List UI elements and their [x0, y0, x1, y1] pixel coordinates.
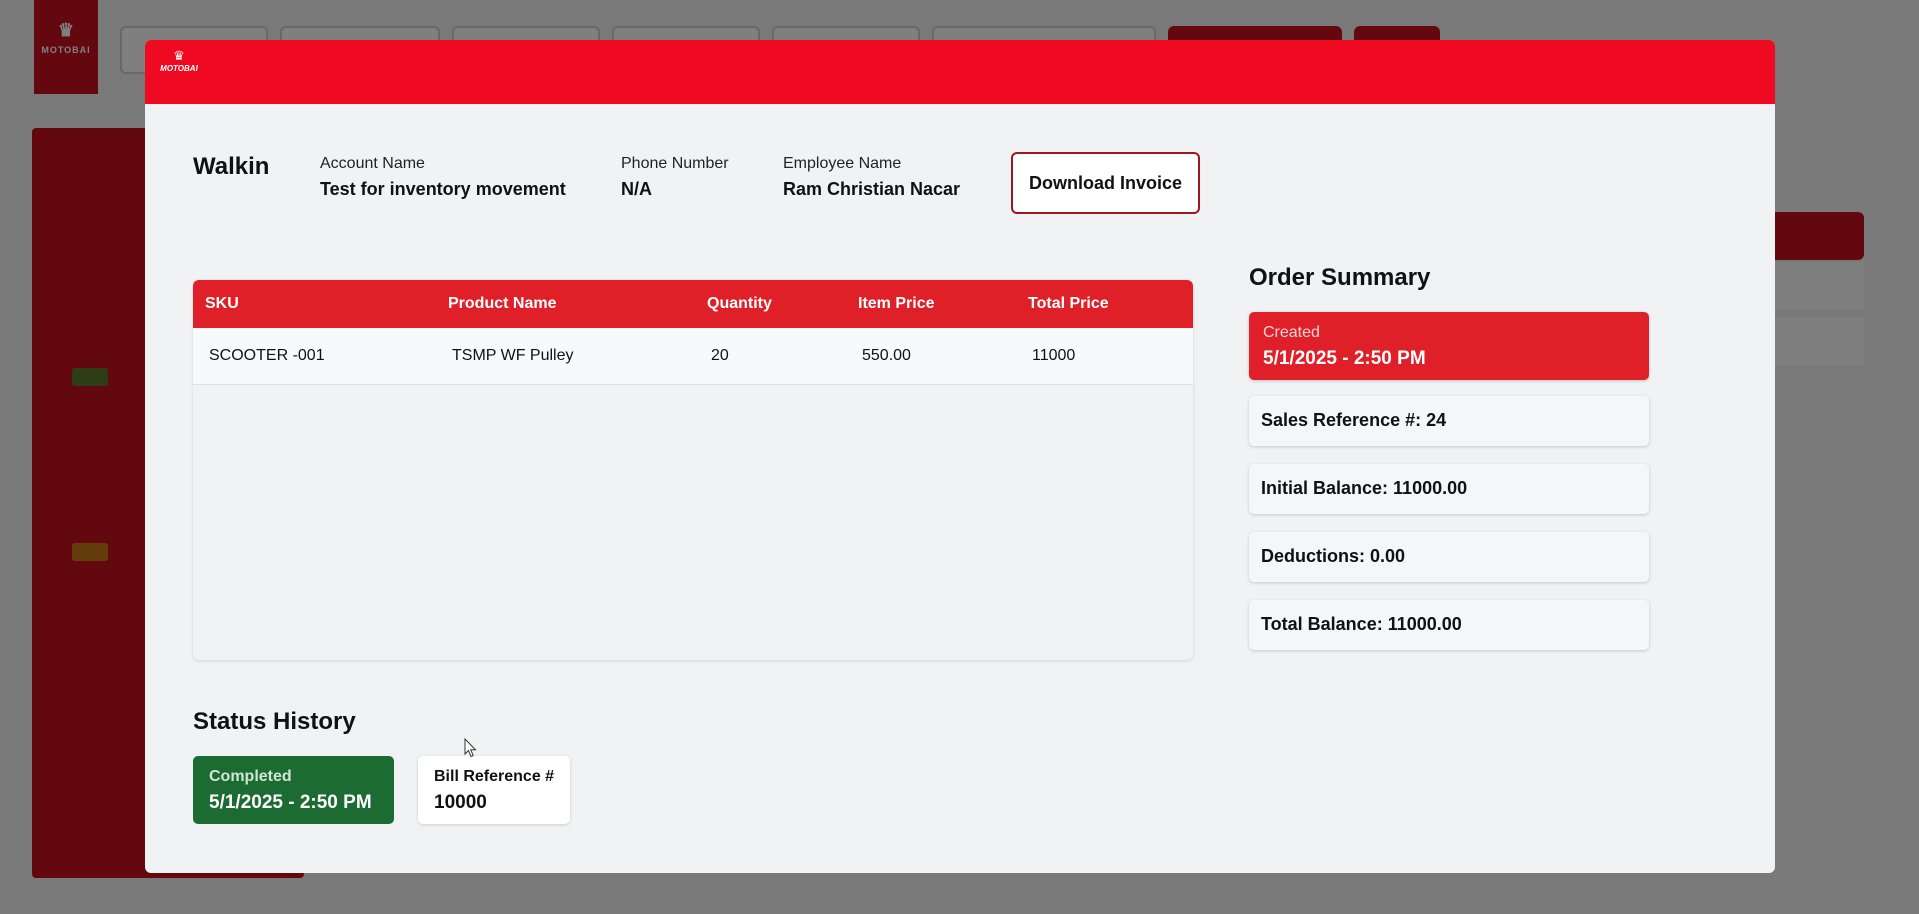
- brand-name: MOTOBAI: [160, 64, 198, 73]
- sales-reference-card: Sales Reference #: 24: [1249, 396, 1649, 446]
- phone-number-value: N/A: [621, 179, 652, 199]
- cell-item-price: 550.00: [862, 347, 911, 364]
- download-invoice-button[interactable]: Download Invoice: [1011, 152, 1200, 214]
- total-balance-card: Total Balance: 11000.00: [1249, 600, 1649, 650]
- column-header-sku: SKU: [205, 295, 239, 312]
- bill-reference-label: Bill Reference #: [434, 768, 555, 785]
- column-header-quantity: Quantity: [707, 295, 772, 312]
- completed-value: 5/1/2025 - 2:50 PM: [209, 792, 372, 813]
- phone-number-label: Phone Number: [621, 155, 729, 172]
- bill-reference-card: Bill Reference # 10000: [418, 756, 570, 824]
- completed-status-card: Completed 5/1/2025 - 2:50 PM: [193, 756, 394, 824]
- employee-name-value: Ram Christian Nacar: [783, 179, 961, 199]
- bill-reference-value: 10000: [434, 792, 487, 813]
- deductions-text: Deductions: 0.00: [1261, 546, 1406, 566]
- cell-sku: SCOOTER -001: [209, 347, 325, 364]
- sales-reference-text: Sales Reference #: 24: [1261, 410, 1447, 430]
- order-details-modal: ♛ MOTOBAI Walkin Account Name Test for i…: [145, 40, 1775, 873]
- created-value: 5/1/2025 - 2:50 PM: [1263, 348, 1426, 369]
- initial-balance-card: Initial Balance: 11000.00: [1249, 464, 1649, 514]
- column-header-item-price: Item Price: [858, 295, 935, 312]
- deductions-card: Deductions: 0.00: [1249, 532, 1649, 582]
- order-summary-title: Order Summary: [1249, 264, 1431, 291]
- status-history-title: Status History: [193, 708, 356, 735]
- account-name-label: Account Name: [320, 155, 425, 172]
- initial-balance-text: Initial Balance: 11000.00: [1261, 478, 1468, 498]
- cell-quantity: 20: [711, 347, 729, 364]
- table-row[interactable]: SCOOTER -001 TSMP WF Pulley 20 550.00 11…: [193, 328, 1193, 385]
- modal-header: ♛ MOTOBAI: [145, 40, 1775, 104]
- table-header: SKU Product Name Quantity Item Price Tot…: [193, 280, 1193, 328]
- employee-name-field: Employee Name Ram Christian Nacar: [783, 155, 960, 200]
- column-header-total-price: Total Price: [1028, 295, 1109, 312]
- completed-label: Completed: [209, 768, 292, 785]
- customer-type: Walkin: [193, 153, 270, 180]
- created-status-card: Created 5/1/2025 - 2:50 PM: [1249, 312, 1649, 380]
- created-label: Created: [1263, 324, 1320, 341]
- arrow-cursor-icon: [464, 738, 477, 758]
- column-header-product-name: Product Name: [448, 295, 557, 312]
- total-balance-text: Total Balance: 11000.00: [1261, 614, 1462, 634]
- cell-total-price: 11000: [1032, 347, 1076, 364]
- cell-product-name: TSMP WF Pulley: [452, 347, 574, 364]
- account-name-field: Account Name Test for inventory movement: [320, 155, 566, 200]
- order-items-table: SKU Product Name Quantity Item Price Tot…: [193, 280, 1193, 660]
- phone-number-field: Phone Number N/A: [621, 155, 729, 200]
- employee-name-label: Employee Name: [783, 155, 902, 172]
- brand-logo: ♛ MOTOBAI: [159, 48, 199, 96]
- account-name-value: Test for inventory movement: [320, 179, 566, 199]
- motorcycle-logo-icon: ♛: [173, 48, 185, 63]
